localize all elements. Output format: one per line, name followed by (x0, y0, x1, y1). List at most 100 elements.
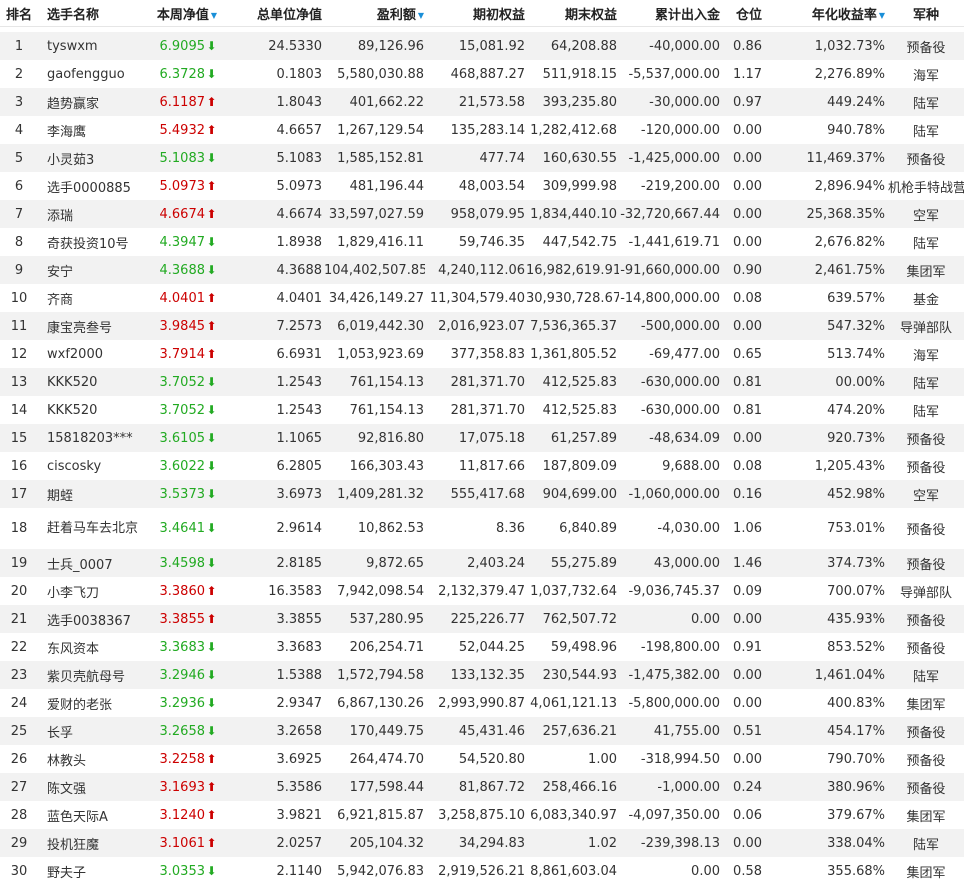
player-name[interactable]: 添瑞 (38, 205, 143, 224)
army: 预备役 (906, 725, 946, 741)
profit: 9,872.65 (366, 555, 424, 571)
weekly-nav-value: 3.9845 (159, 318, 206, 334)
table-row: 19 士兵_0007 3.4598⬇ 2.8185 9,872.65 2,403.24 55… (0, 549, 964, 577)
player-name[interactable]: 投机狂魔 (38, 834, 143, 853)
player-name[interactable]: 齐商 (38, 289, 143, 308)
table-row: 17 期蛭 3.5373⬇ 3.6973 1,409,281.32 555,417.68 9… (0, 480, 964, 508)
weekly-nav-value: 4.6674 (159, 206, 206, 222)
unit-nav: 4.6674 (276, 206, 323, 222)
army: 基金 (912, 292, 939, 308)
player-name[interactable]: 紫贝壳航母号 (38, 666, 143, 685)
weekly-nav: 3.3855⬆ (143, 612, 220, 627)
player-name[interactable]: 东风资本 (38, 638, 143, 657)
table-row: 4 李海鹰 5.4932⬆ 4.6657 1,267,129.54 135,283.14 1… (0, 116, 964, 144)
player-name[interactable]: KKK520 (38, 375, 143, 390)
weekly-nav: 5.1083⬇ (143, 151, 220, 166)
player-name[interactable]: 小李飞刀 (38, 582, 143, 601)
cumulative-flow: -198,800.00 (640, 639, 720, 655)
player-name[interactable]: 林教头 (38, 750, 143, 769)
annual-return: 940.78% (827, 122, 885, 138)
player-name[interactable]: 安宁 (38, 261, 143, 280)
cumulative-flow: -69,477.00 (649, 346, 720, 362)
initial-equity: 225,226.77 (450, 611, 525, 627)
arrow-down-icon: ⬇ (206, 667, 217, 682)
profit: 92,816.80 (357, 430, 424, 446)
rank-cell: 4 (14, 122, 24, 138)
profit: 1,053,923.69 (337, 346, 424, 362)
player-name[interactable]: 陈文强 (38, 778, 143, 797)
initial-equity: 54,520.80 (458, 751, 525, 767)
player-name[interactable]: 赶着马车去北京 (38, 520, 143, 537)
player-name[interactable]: 15818203*** (38, 431, 143, 446)
unit-nav: 2.9347 (276, 695, 323, 711)
player-name[interactable]: 选手0038367 (38, 610, 143, 629)
player-name[interactable]: 李海鹰 (38, 121, 143, 140)
rank-cell: 17 (10, 486, 28, 502)
annual-return: 474.20% (827, 402, 885, 418)
final-equity: 1.00 (588, 751, 617, 767)
sort-triangle-icon[interactable]: ▼ (211, 11, 217, 20)
weekly-nav: 3.1061⬆ (143, 836, 220, 851)
cumulative-flow: -239,398.13 (640, 835, 720, 851)
rank-cell: 2 (14, 66, 24, 82)
player-name[interactable]: wxf2000 (38, 347, 143, 362)
annual-return: 355.68% (827, 863, 885, 879)
weekly-nav: 5.0973⬆ (143, 179, 220, 194)
player-name[interactable]: 士兵_0007 (38, 554, 143, 573)
unit-nav: 3.3683 (276, 639, 323, 655)
position: 0.00 (733, 751, 762, 767)
sort-triangle-icon[interactable]: ▼ (418, 11, 424, 20)
army: 陆军 (912, 236, 939, 252)
final-equity: 1,361,805.52 (530, 346, 617, 362)
player-name[interactable]: 趋势赢家 (38, 93, 143, 112)
header-annual-return[interactable]: 年化收益率 ▼ (776, 4, 888, 23)
army: 预备役 (906, 40, 946, 56)
arrow-up-icon: ⬆ (206, 835, 217, 850)
final-equity: 61,257.89 (550, 430, 617, 446)
table-row: 11 康宝亮叁号 3.9845⬆ 7.2573 6,019,442.30 2,016,92… (0, 312, 964, 340)
position: 1.17 (733, 66, 762, 82)
player-name[interactable]: 爱财的老张 (38, 694, 143, 713)
arrow-down-icon: ⬇ (206, 262, 217, 277)
table-row: 8 奇获投资10号 4.3947⬇ 1.8938 1,829,416.11 59,746.… (0, 228, 964, 256)
player-name[interactable]: 蓝色天际A (38, 806, 143, 825)
table-row: 22 东风资本 3.3683⬇ 3.3683 206,254.71 52,044.25 59… (0, 633, 964, 661)
position: 0.97 (733, 94, 762, 110)
player-name[interactable]: 期蛭 (38, 485, 143, 504)
cumulative-flow: -1,441,619.71 (628, 234, 720, 250)
rank-cell: 25 (10, 723, 28, 739)
sort-triangle-icon[interactable]: ▼ (879, 11, 885, 20)
profit: 104,402,507.85 (324, 262, 425, 278)
cumulative-flow: -4,030.00 (657, 521, 720, 536)
army: 预备役 (906, 460, 946, 476)
unit-nav: 5.3586 (276, 779, 323, 795)
player-name[interactable]: gaofengguo (38, 67, 143, 82)
unit-nav: 2.0257 (276, 835, 323, 851)
player-name[interactable]: KKK520 (38, 403, 143, 418)
cumulative-flow: -5,800,000.00 (628, 695, 720, 711)
table-row: 3 趋势赢家 6.1187⬆ 1.8043 401,662.22 21,573.58 393… (0, 88, 964, 116)
player-name[interactable]: 奇获投资10号 (38, 233, 143, 252)
initial-equity: 281,371.70 (450, 402, 525, 418)
initial-equity: 281,371.70 (450, 374, 525, 390)
header-profit[interactable]: 盈利额 ▼ (324, 4, 425, 23)
rank-cell: 24 (10, 695, 28, 711)
player-name[interactable]: 康宝亮叁号 (38, 317, 143, 336)
weekly-nav-value: 3.0353 (159, 863, 206, 879)
cumulative-flow: -5,537,000.00 (628, 66, 720, 82)
player-name[interactable]: 长孚 (38, 722, 143, 741)
unit-nav: 2.1140 (276, 863, 323, 879)
player-name[interactable]: 小灵茹3 (38, 149, 143, 168)
final-equity: 904,699.00 (542, 486, 617, 502)
weekly-nav-value: 3.6105 (159, 430, 206, 446)
header-weekly-nav[interactable]: 本周净值 ▼ (143, 4, 220, 23)
player-name[interactable]: tyswxm (38, 39, 143, 54)
army: 海军 (912, 68, 939, 84)
final-equity: 309,999.98 (542, 178, 617, 194)
player-name[interactable]: ciscosky (38, 459, 143, 474)
cumulative-flow: 0.00 (691, 863, 720, 879)
player-name[interactable]: 选手0000885 (38, 177, 143, 196)
position: 0.00 (733, 234, 762, 250)
profit: 5,942,076.83 (337, 863, 424, 879)
cumulative-flow: -9,036,745.37 (628, 583, 720, 599)
